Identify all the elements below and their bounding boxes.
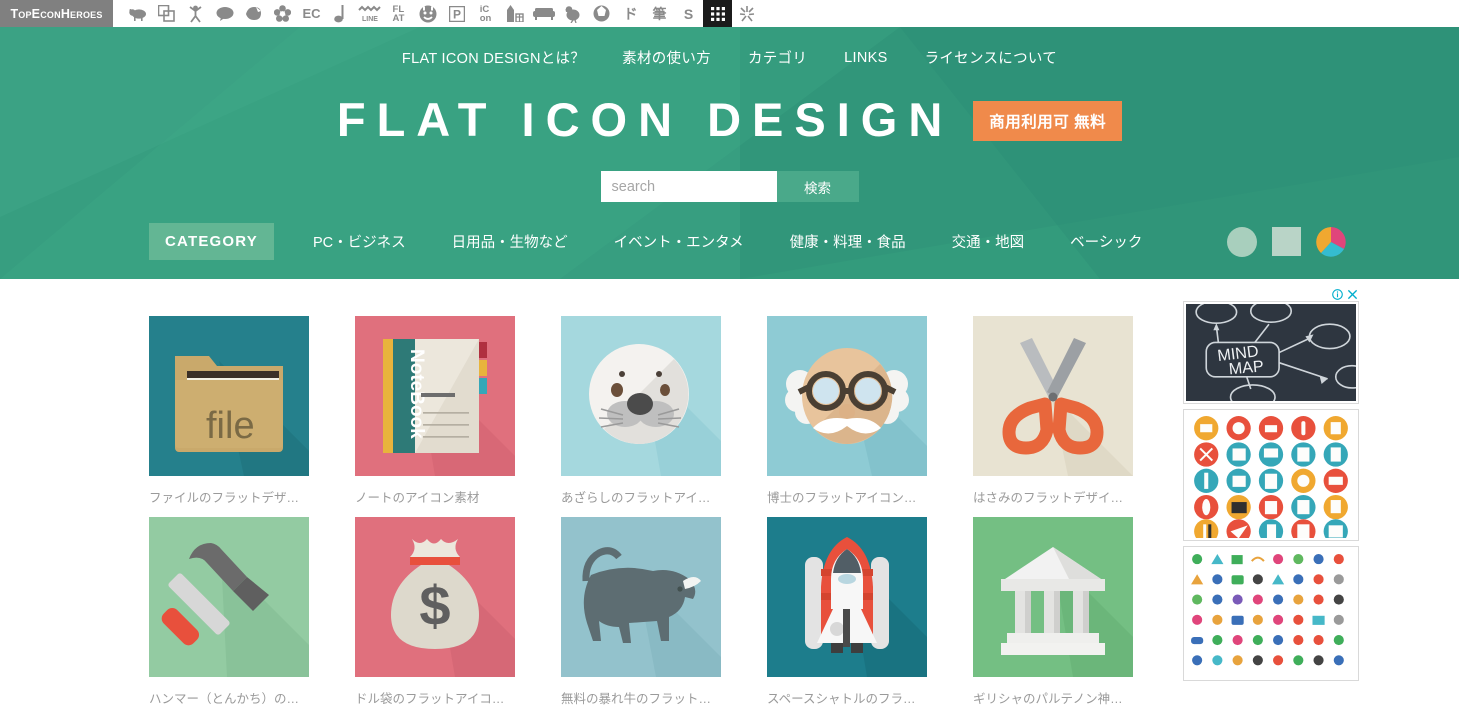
file-label: file [206, 405, 255, 447]
tile-caption: スペースシャトルのフラ… [767, 692, 916, 706]
close-icon[interactable] [1347, 289, 1358, 300]
info-icon[interactable] [1332, 288, 1343, 300]
nav-category[interactable]: カテゴリ [748, 47, 807, 68]
building-icon[interactable] [500, 0, 529, 27]
leaf-icon[interactable] [239, 0, 268, 27]
speech-bubble-icon[interactable] [210, 0, 239, 27]
swatch-square[interactable] [1272, 227, 1302, 256]
tile-seal[interactable]: あざらしのフラットアイ… [561, 316, 721, 506]
parking-icon[interactable]: P [442, 0, 471, 27]
tile-scissors[interactable]: はさみのフラットデザイ… [973, 316, 1133, 506]
nav-about[interactable]: FLAT ICON DESIGNとは？ [402, 47, 585, 68]
hero-banner: FLAT ICON DESIGNとは？ 素材の使い方 カテゴリ LINKS ライ… [0, 27, 1459, 279]
sparkle-icon[interactable] [732, 0, 761, 27]
tile-caption: はさみのフラットデザイ… [973, 491, 1124, 505]
ad-panel: MIND MAP [1183, 287, 1359, 707]
search-row: 検索 [0, 171, 1459, 202]
tile-moneybag[interactable]: $ ドル袋のフラットアイコ… [355, 517, 515, 707]
main-navigation: FLAT ICON DESIGNとは？ 素材の使い方 カテゴリ LINKS ライ… [0, 27, 1459, 68]
tile-caption: 無料の暴れ牛のフラット… [561, 692, 712, 706]
style-swatches [1227, 226, 1347, 257]
sheep-icon[interactable] [123, 0, 152, 27]
copy-icon[interactable] [152, 0, 181, 27]
moneybag-icon: $ [355, 517, 515, 677]
ad-logo-grid-box[interactable] [1183, 545, 1359, 682]
dollar-label: $ [419, 574, 450, 637]
file-icon: file [149, 316, 309, 476]
tile-caption: あざらしのフラットアイ… [561, 491, 711, 505]
person-icon[interactable] [181, 0, 210, 27]
cat-transport-map[interactable]: 交通・地図 [929, 231, 1048, 252]
swatch-color-wheel[interactable] [1316, 226, 1347, 257]
nav-usage[interactable]: 素材の使い方 [622, 47, 711, 68]
search-button[interactable]: 検索 [776, 171, 859, 202]
search-input[interactable] [600, 171, 777, 202]
grid-icon[interactable] [703, 0, 732, 27]
seal-icon [561, 316, 721, 476]
mind-map-photo: MIND MAP [1186, 304, 1356, 402]
nav-links[interactable]: LINKS [844, 50, 887, 66]
doctor-icon [767, 316, 927, 476]
ad-photo-box[interactable]: MIND MAP [1183, 301, 1359, 405]
bird-icon[interactable] [558, 0, 587, 27]
commercial-use-badge: 商用利用可 無料 [973, 100, 1123, 141]
shuttle-icon [767, 517, 927, 677]
flower-icon[interactable] [268, 0, 297, 27]
line-icon[interactable]: LINE [355, 0, 384, 27]
parthenon-icon [973, 517, 1133, 677]
tile-doctor[interactable]: 博士のフラットアイコン… [767, 316, 927, 506]
cat-pc-business[interactable]: PC・ビジネス [290, 231, 429, 252]
ec-icon[interactable]: EC [297, 0, 326, 27]
title-row: FLAT ICON DESIGN 商用利用可 無料 [0, 92, 1459, 147]
tile-shuttle[interactable]: スペースシャトルのフラ… [767, 517, 927, 707]
main-content: file ファイルのフラットデザ… NoteBook ノートのアイコン素材 あざ… [0, 279, 1459, 707]
logo-set-preview [1186, 548, 1356, 679]
tile-caption: ドル袋のフラットアイコ… [355, 692, 505, 706]
cat-health-food[interactable]: 健康・料理・食品 [767, 231, 929, 252]
ad-controls [1183, 287, 1359, 301]
flat-icon-set-preview [1186, 412, 1356, 538]
smiley-icon[interactable] [413, 0, 442, 27]
tile-caption: ハンマー（とんかち）の… [149, 692, 300, 706]
tile-hammer[interactable]: ハンマー（とんかち）の… [149, 517, 309, 707]
tile-notebook[interactable]: NoteBook ノートのアイコン素材 [355, 316, 515, 506]
door-icon[interactable]: ド [616, 0, 645, 27]
cat-basic[interactable]: ベーシック [1047, 231, 1165, 252]
tile-caption: ギリシャのパルテノン神… [973, 692, 1123, 706]
notebook-icon: NoteBook [355, 316, 515, 476]
svg-text:P: P [452, 7, 460, 21]
toolbar-icon-list: EC LINE FL AT P iC on ド 筆 S [123, 0, 761, 27]
tile-parthenon[interactable]: ギリシャのパルテノン神… [973, 517, 1133, 707]
nav-license[interactable]: ライセンスについて [925, 47, 1057, 68]
icon-icon[interactable]: iC on [471, 0, 500, 27]
ball-icon[interactable] [587, 0, 616, 27]
music-note-icon[interactable] [326, 0, 355, 27]
sofa-icon[interactable] [529, 0, 558, 27]
ad-icon-grid-box[interactable] [1183, 409, 1359, 541]
scissors-icon [973, 316, 1133, 476]
cat-daily-goods[interactable]: 日用品・生物など [429, 231, 591, 252]
s-icon[interactable]: S [674, 0, 703, 27]
mind-map-label-line2: MAP [1228, 357, 1265, 378]
swatch-circle[interactable] [1227, 226, 1258, 257]
tile-file[interactable]: file ファイルのフラットデザ… [149, 316, 309, 506]
tile-caption: ファイルのフラットデザ… [149, 491, 300, 505]
cat-event-entertainment[interactable]: イベント・エンタメ [591, 231, 767, 252]
tile-caption: ノートのアイコン素材 [355, 491, 480, 505]
category-bar: CATEGORY PC・ビジネス 日用品・生物など イベント・エンタメ 健康・料… [0, 223, 1459, 260]
tile-caption: 博士のフラットアイコン… [767, 491, 917, 505]
hammer-icon [149, 517, 309, 677]
icon-grid-wrapper: file ファイルのフラットデザ… NoteBook ノートのアイコン素材 あざ… [0, 316, 1149, 707]
bull-icon [561, 517, 721, 677]
top-toolbar: TopEconHeroes EC LINE FL AT P iC on ド 筆 S [0, 0, 1459, 27]
category-heading: CATEGORY [149, 223, 274, 260]
topeconheroes-brand[interactable]: TopEconHeroes [0, 0, 113, 27]
icon-grid: file ファイルのフラットデザ… NoteBook ノートのアイコン素材 あざ… [149, 316, 1149, 707]
page-title: FLAT ICON DESIGN [336, 93, 954, 146]
tile-bull[interactable]: 無料の暴れ牛のフラット… [561, 517, 721, 707]
brush-icon[interactable]: 筆 [645, 0, 674, 27]
flat-icon[interactable]: FL AT [384, 0, 413, 27]
svg-text:LINE: LINE [362, 16, 378, 23]
